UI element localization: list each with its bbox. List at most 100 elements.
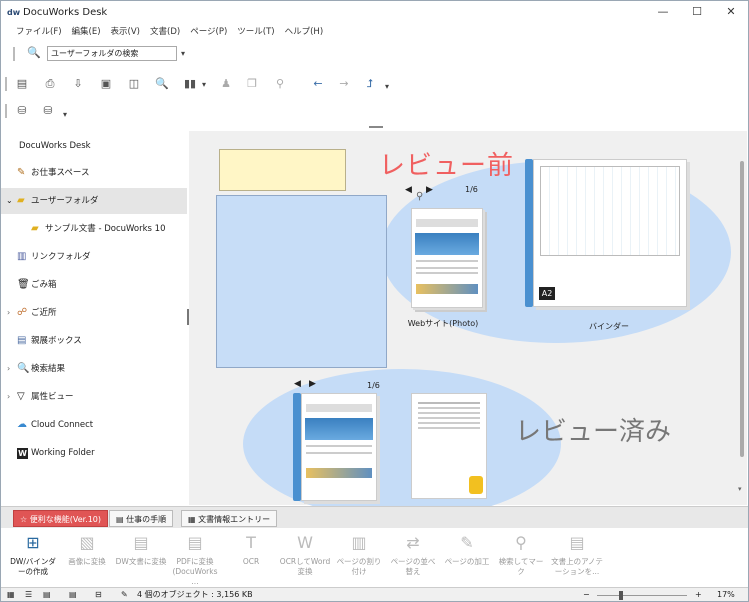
search-input[interactable]: ユーザーフォルダの検索 [47, 46, 177, 61]
tree-item-attribute-view[interactable]: › ▽ 属性ビュー [1, 384, 187, 410]
window-title: DocuWorks Desk [23, 7, 108, 18]
scrollbar-thumb[interactable] [740, 161, 744, 457]
tree-item-neighbor[interactable]: › ☍ ご近所 [1, 300, 187, 326]
tab-document-info[interactable]: ▦ 文書情報エントリー [181, 510, 278, 527]
user-status-icon: ✎ [121, 590, 128, 599]
sticky-note[interactable] [219, 149, 346, 191]
scan-icon[interactable]: ▤ [15, 77, 29, 91]
tag-edit-icon[interactable]: ⛁ [41, 104, 55, 118]
binder-label: バインダー [589, 322, 629, 331]
list-view-icon[interactable]: ☰ [25, 588, 32, 601]
tag-icon[interactable]: ⛁ [15, 104, 29, 118]
grid-view-icon[interactable]: ▦ [7, 588, 15, 601]
menu-page[interactable]: ページ(P) [185, 25, 232, 39]
search-mark-button[interactable]: ⚲ 検索してマーク [495, 532, 547, 577]
menu-edit[interactable]: 編集(E) [67, 25, 106, 39]
zoom-slider[interactable] [597, 595, 687, 596]
tree-item-user-folder[interactable]: ⌄ ▰ ユーザーフォルダ [1, 188, 187, 214]
blue-rectangle-annotation[interactable] [216, 195, 387, 368]
tree-item-search-results[interactable]: › 🔍 検索結果 [1, 356, 187, 382]
menu-bar: ファイル(F) 編集(E) 表示(V) 文書(D) ページ(P) ツール(T) … [1, 25, 748, 41]
convert-pdf-button[interactable]: ▤ PDFに変換(DocuWorks ... [169, 532, 221, 587]
tab-useful-features[interactable]: ☆ 便利な機能(Ver.10) [13, 510, 109, 527]
tag-dropdown-icon[interactable]: ▾ [63, 110, 67, 119]
convert-dw-button[interactable]: ▤ DW文書に変換 [115, 532, 167, 567]
folder-icon: ▰ [31, 223, 39, 234]
toolbar-grip[interactable] [5, 77, 7, 91]
menu-tools[interactable]: ツール(T) [232, 25, 279, 39]
up-folder-icon[interactable]: ⮥ [363, 77, 377, 91]
ribbon-label: ページの並べ替え [390, 557, 436, 576]
chevron-right-icon[interactable]: › [7, 384, 10, 410]
tree-item-trash[interactable]: 🗑 ごみ箱 [1, 272, 187, 298]
detail-view-icon[interactable]: ▤ [43, 588, 51, 601]
binder-thumbnail[interactable] [533, 159, 687, 307]
annotation-review-after[interactable]: レビュー済み [515, 411, 671, 448]
page-reorder-button[interactable]: ⇄ ページの並べ替え [387, 532, 439, 577]
pane-collapse-handle[interactable] [369, 126, 383, 128]
tree-item-workspace[interactable]: ✎ お仕事スペース [1, 160, 187, 186]
chevron-down-icon[interactable]: ⌄ [6, 188, 13, 214]
close-button[interactable]: ✕ [714, 1, 748, 25]
zoom-in-icon[interactable]: + [695, 588, 702, 601]
search-icon[interactable]: 🔍 [27, 46, 41, 60]
layout-view-icon[interactable]: ⊟ [95, 588, 102, 601]
feature-ribbon: ⊞ DW/バインダーの作成 ▧ 画像に変換 ▤ DW文書に変換 ▤ PDFに変換(Doc… [1, 528, 748, 586]
toolbar-grip[interactable] [13, 47, 15, 61]
annotation-review-before[interactable]: レビュー前 [379, 145, 514, 182]
tree-item-label: 親展ボックス [31, 336, 82, 346]
zoom-out-icon[interactable]: − [583, 588, 590, 601]
zoom-slider-thumb[interactable] [619, 591, 623, 600]
chevron-right-icon[interactable]: › [7, 300, 10, 326]
page-layout-button[interactable]: ▥ ページの割り付け [333, 532, 385, 577]
page-prev-icon[interactable]: ◀ [294, 379, 301, 389]
import-icon[interactable]: ⇩ [71, 77, 85, 91]
menu-view[interactable]: 表示(V) [106, 25, 145, 39]
binder-dropdown-icon[interactable]: ▾ [202, 80, 206, 89]
zoom-icon[interactable]: 🔍 [155, 77, 169, 91]
convert-image-button[interactable]: ▧ 画像に変換 [61, 532, 113, 567]
document-bottom-thumbnail[interactable] [301, 393, 377, 501]
object-count: 4 個のオブジェクト : 3,156 KB [137, 590, 253, 599]
vertical-scrollbar[interactable]: ▾ [737, 131, 747, 505]
document-workspace[interactable]: レビュー前 レビュー済み ◀ ▶ ⚲ 1/6 Webサイト(Photo) A2 … [189, 131, 747, 519]
toolbar-grip[interactable] [5, 104, 7, 118]
page-next-icon[interactable]: ▶ [426, 185, 433, 195]
user-icon: ♟ [221, 77, 231, 90]
print-icon[interactable]: ⎙ [43, 77, 57, 91]
search-dropdown-icon[interactable]: ▾ [181, 49, 185, 58]
binder-icon[interactable]: ▮▮ [183, 77, 197, 91]
page-prev-icon[interactable]: ◀ [405, 185, 412, 195]
annotation-button[interactable]: ▤ 文書上のアノテーションを... [551, 532, 603, 577]
menu-help[interactable]: ヘルプ(H) [280, 25, 329, 39]
page-edit-button[interactable]: ✎ ページの加工 [441, 532, 493, 567]
minimize-button[interactable]: — [646, 1, 680, 25]
tree-item-cloud-connect[interactable]: ☁ Cloud Connect [1, 412, 187, 438]
tree-item-link-folder[interactable]: ▥ リンクフォルダ [1, 244, 187, 270]
tree-item-docuworks-desk[interactable]: DocuWorks Desk [1, 133, 187, 159]
pane-view-icon[interactable]: ▤ [69, 588, 77, 601]
app-window: dw DocuWorks Desk — ☐ ✕ ファイル(F) 編集(E) 表示… [0, 0, 749, 602]
scroll-down-icon[interactable]: ▾ [738, 485, 742, 493]
maximize-button[interactable]: ☐ [680, 1, 714, 25]
back-arrow-icon[interactable]: ← [311, 77, 325, 91]
page-next-icon[interactable]: ▶ [309, 379, 316, 389]
cloud-icon: ☁ [17, 419, 27, 430]
ocr-word-button[interactable]: W OCRしてWord変換 [279, 532, 331, 577]
forward-arrow-icon: → [339, 77, 349, 90]
menu-document[interactable]: 文書(D) [145, 25, 185, 39]
document-website-thumbnail[interactable] [411, 208, 483, 308]
view-icon[interactable]: ▣ [99, 77, 113, 91]
chevron-right-icon[interactable]: › [7, 356, 10, 382]
more-dropdown-icon[interactable]: ▾ [385, 82, 389, 91]
tree-item-inbox[interactable]: ▤ 親展ボックス [1, 328, 187, 354]
create-binder-button[interactable]: ⊞ DW/バインダーの作成 [7, 532, 59, 577]
ocr-button[interactable]: T OCR [225, 532, 277, 567]
ribbon-label: ページの割り付け [336, 557, 382, 576]
viewer-icon[interactable]: ◫ [127, 77, 141, 91]
document-label: Webサイト(Photo) [407, 319, 479, 328]
menu-file[interactable]: ファイル(F) [11, 25, 67, 39]
tab-work-steps[interactable]: ▤ 仕事の手順 [109, 510, 174, 527]
tree-item-sample-docs[interactable]: ▰ サンプル文書 - DocuWorks 10 [1, 216, 187, 242]
tree-item-working-folder[interactable]: W Working Folder [1, 440, 187, 466]
